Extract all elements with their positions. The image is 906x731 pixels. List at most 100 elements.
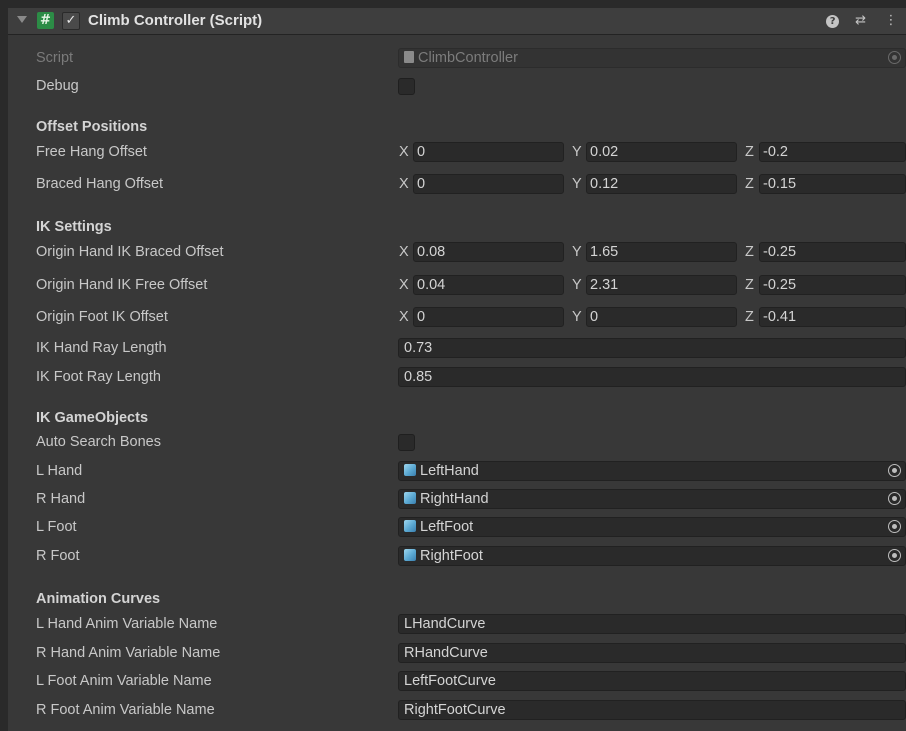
- section-animation-curves: Animation Curves: [36, 591, 161, 607]
- auto-search-bones-checkbox[interactable]: [398, 434, 415, 451]
- origin-foot-ik-offset-row: Origin Foot IK Offset X 0 Y 0 Z -0.41: [8, 305, 906, 329]
- r-hand-value: RightHand: [420, 491, 489, 507]
- origin-hand-ik-free-offset-x[interactable]: 0.04: [413, 275, 564, 295]
- l-hand-row: L Hand LeftHand: [8, 459, 906, 483]
- free-hang-offset-y[interactable]: 0.02: [586, 142, 737, 162]
- r-foot-anim-variable-field[interactable]: RightFootCurve: [398, 700, 906, 720]
- braced-hang-offset-label: Braced Hang Offset: [36, 176, 164, 192]
- y-axis-label[interactable]: Y: [572, 172, 582, 196]
- foldout-arrow-icon[interactable]: [17, 16, 27, 23]
- gameobject-cube-icon: [404, 549, 416, 561]
- origin-hand-ik-braced-offset-x[interactable]: 0.08: [413, 242, 564, 262]
- debug-label: Debug: [36, 78, 79, 94]
- gameobject-cube-icon: [404, 520, 416, 532]
- braced-hang-offset-z[interactable]: -0.15: [759, 174, 906, 194]
- l-foot-anim-variable-row: L Foot Anim Variable Name LeftFootCurve: [8, 669, 906, 693]
- r-hand-anim-variable-label: R Hand Anim Variable Name: [36, 645, 221, 661]
- script-field: ClimbController: [398, 48, 906, 68]
- help-icon[interactable]: ?: [826, 15, 840, 28]
- x-axis-label[interactable]: X: [399, 172, 409, 196]
- z-axis-label[interactable]: Z: [745, 305, 754, 329]
- ik-foot-ray-length-label: IK Foot Ray Length: [36, 369, 161, 385]
- r-hand-label: R Hand: [36, 491, 86, 507]
- ik-hand-ray-length-field[interactable]: 0.73: [398, 338, 906, 358]
- ik-foot-ray-length-field[interactable]: 0.85: [398, 367, 906, 387]
- l-hand-anim-variable-label: L Hand Anim Variable Name: [36, 616, 218, 632]
- origin-foot-ik-offset-label: Origin Foot IK Offset: [36, 309, 168, 325]
- r-hand-anim-variable-field[interactable]: RHandCurve: [398, 643, 906, 663]
- z-axis-label[interactable]: Z: [745, 140, 754, 164]
- x-axis-label[interactable]: X: [399, 140, 409, 164]
- object-picker-icon[interactable]: [888, 520, 901, 533]
- r-hand-object-field[interactable]: RightHand: [398, 489, 906, 509]
- object-picker-icon[interactable]: [888, 464, 901, 477]
- r-foot-label: R Foot: [36, 548, 80, 564]
- script-value: ClimbController: [418, 50, 518, 66]
- z-axis-label[interactable]: Z: [745, 273, 754, 297]
- component-title: Climb Controller (Script): [88, 12, 263, 29]
- l-hand-label: L Hand: [36, 463, 83, 479]
- l-foot-label: L Foot: [36, 519, 77, 535]
- braced-hang-offset-x[interactable]: 0: [413, 174, 564, 194]
- object-picker-icon[interactable]: [888, 549, 901, 562]
- script-file-icon: [404, 51, 414, 63]
- origin-foot-ik-offset-x[interactable]: 0: [413, 307, 564, 327]
- section-offset-positions: Offset Positions: [36, 119, 148, 135]
- object-picker-icon: [888, 51, 901, 64]
- z-axis-label[interactable]: Z: [745, 172, 754, 196]
- l-foot-row: L Foot LeftFoot: [8, 515, 906, 539]
- l-hand-anim-variable-field[interactable]: LHandCurve: [398, 614, 906, 634]
- z-axis-label[interactable]: Z: [745, 240, 754, 264]
- y-axis-label[interactable]: Y: [572, 305, 582, 329]
- component-enabled-checkbox[interactable]: ✓: [62, 12, 80, 30]
- free-hang-offset-z[interactable]: -0.2: [759, 142, 906, 162]
- r-foot-object-field[interactable]: RightFoot: [398, 546, 906, 566]
- l-foot-anim-variable-field[interactable]: LeftFootCurve: [398, 671, 906, 691]
- script-icon: #: [37, 12, 54, 29]
- section-ik-gameobjects: IK GameObjects: [36, 410, 149, 426]
- y-axis-label[interactable]: Y: [572, 240, 582, 264]
- gameobject-cube-icon: [404, 464, 416, 476]
- ik-foot-ray-length-row: IK Foot Ray Length 0.85: [8, 365, 906, 389]
- debug-checkbox[interactable]: [398, 78, 415, 95]
- braced-hang-offset-y[interactable]: 0.12: [586, 174, 737, 194]
- y-axis-label[interactable]: Y: [572, 140, 582, 164]
- context-menu-icon[interactable]: ⋮: [882, 12, 900, 30]
- free-hang-offset-x[interactable]: 0: [413, 142, 564, 162]
- origin-hand-ik-braced-offset-label: Origin Hand IK Braced Offset: [36, 244, 224, 260]
- script-row: Script ClimbController: [8, 46, 906, 70]
- braced-hang-offset-row: Braced Hang Offset X 0 Y 0.12 Z -0.15: [8, 172, 906, 196]
- origin-foot-ik-offset-z[interactable]: -0.41: [759, 307, 906, 327]
- free-hang-offset-row: Free Hang Offset X 0 Y 0.02 Z -0.2: [8, 140, 906, 164]
- object-picker-icon[interactable]: [888, 492, 901, 505]
- origin-hand-ik-free-offset-z[interactable]: -0.25: [759, 275, 906, 295]
- l-hand-object-field[interactable]: LeftHand: [398, 461, 906, 481]
- r-hand-row: R Hand RightHand: [8, 487, 906, 511]
- r-foot-anim-variable-row: R Foot Anim Variable Name RightFootCurve: [8, 698, 906, 722]
- l-hand-anim-variable-row: L Hand Anim Variable Name LHandCurve: [8, 612, 906, 636]
- origin-foot-ik-offset-y[interactable]: 0: [586, 307, 737, 327]
- x-axis-label[interactable]: X: [399, 240, 409, 264]
- x-axis-label[interactable]: X: [399, 305, 409, 329]
- origin-hand-ik-braced-offset-row: Origin Hand IK Braced Offset X 0.08 Y 1.…: [8, 240, 906, 264]
- r-foot-value: RightFoot: [420, 548, 483, 564]
- gameobject-cube-icon: [404, 492, 416, 504]
- l-foot-value: LeftFoot: [420, 519, 474, 535]
- presets-icon[interactable]: ⇄: [852, 12, 870, 30]
- origin-hand-ik-free-offset-row: Origin Hand IK Free Offset X 0.04 Y 2.31…: [8, 273, 906, 297]
- component-header[interactable]: # ✓ Climb Controller (Script) ? ⇄ ⋮: [8, 8, 906, 35]
- ik-hand-ray-length-label: IK Hand Ray Length: [36, 340, 167, 356]
- debug-row: Debug: [8, 74, 906, 98]
- y-axis-label[interactable]: Y: [572, 273, 582, 297]
- ik-hand-ray-length-row: IK Hand Ray Length 0.73: [8, 336, 906, 360]
- inspector-panel: # ✓ Climb Controller (Script) ? ⇄ ⋮ Scri…: [8, 8, 906, 731]
- origin-hand-ik-free-offset-y[interactable]: 2.31: [586, 275, 737, 295]
- auto-search-bones-label: Auto Search Bones: [36, 434, 161, 450]
- r-hand-anim-variable-row: R Hand Anim Variable Name RHandCurve: [8, 641, 906, 665]
- x-axis-label[interactable]: X: [399, 273, 409, 297]
- l-hand-value: LeftHand: [420, 463, 479, 479]
- origin-hand-ik-braced-offset-z[interactable]: -0.25: [759, 242, 906, 262]
- r-foot-anim-variable-label: R Foot Anim Variable Name: [36, 702, 215, 718]
- origin-hand-ik-braced-offset-y[interactable]: 1.65: [586, 242, 737, 262]
- l-foot-object-field[interactable]: LeftFoot: [398, 517, 906, 537]
